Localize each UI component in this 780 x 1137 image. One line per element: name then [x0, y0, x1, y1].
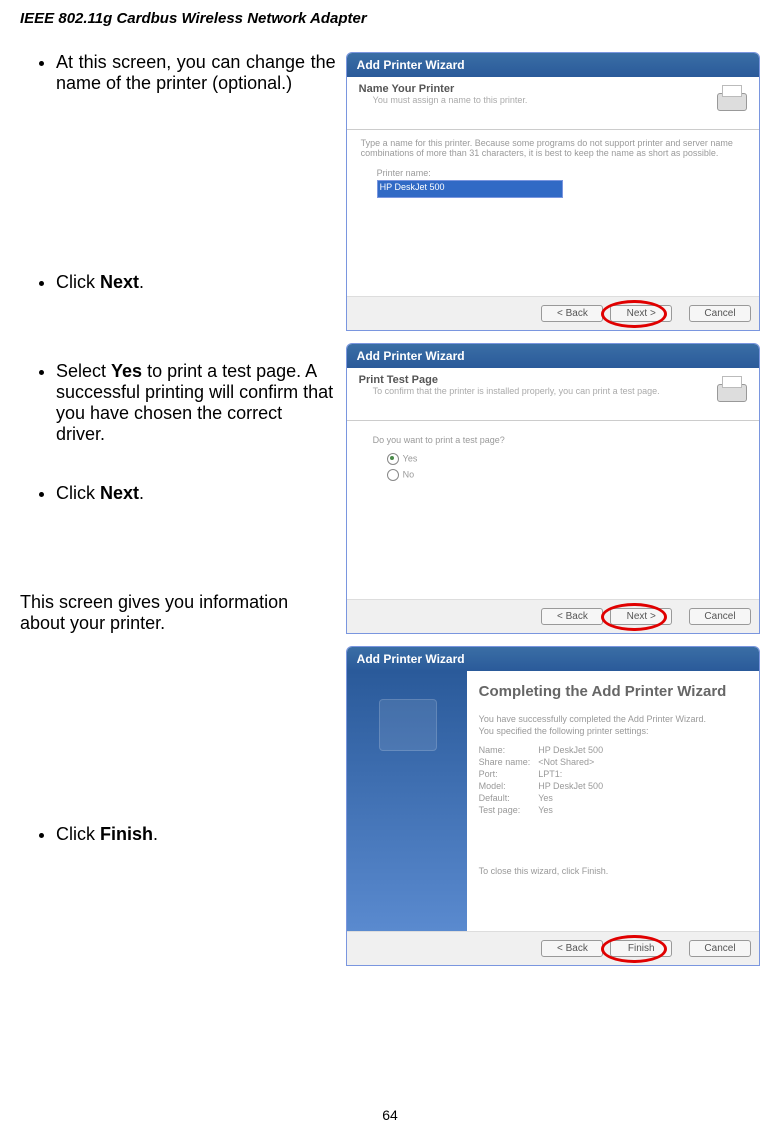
instruction-block-1b: Click Next.	[20, 272, 336, 293]
val: HP DeskJet 500	[538, 744, 611, 756]
dialog-body: Type a name for this printer. Because so…	[347, 130, 759, 296]
document-header: IEEE 802.11g Cardbus Wireless Network Ad…	[0, 0, 780, 52]
dialog-body-text: Type a name for this printer. Because so…	[361, 138, 745, 158]
text-bold: Yes	[111, 361, 142, 381]
cancel-button[interactable]: Cancel	[689, 940, 751, 957]
text: .	[139, 272, 144, 292]
instructions-column: At this screen, you can change the name …	[20, 52, 346, 978]
dialog-titlebar: Add Printer Wizard	[347, 53, 759, 77]
instruction-1b: Click Next.	[56, 272, 336, 293]
close-text: To close this wizard, click Finish.	[479, 866, 747, 876]
key: Name:	[479, 744, 539, 756]
instruction-2a: Select Yes to print a test page. A succe…	[56, 361, 336, 445]
val: <Not Shared>	[538, 756, 611, 768]
content-area: At this screen, you can change the name …	[0, 52, 780, 978]
printer-icon	[713, 83, 749, 115]
val: Yes	[538, 804, 611, 816]
table-row: Default:Yes	[479, 792, 611, 804]
dialog-head-sub: You must assign a name to this printer.	[359, 95, 747, 105]
radio-icon	[387, 453, 399, 465]
val: HP DeskJet 500	[538, 780, 611, 792]
settings-table: Name:HP DeskJet 500 Share name:<Not Shar…	[479, 744, 611, 816]
back-button[interactable]: < Back	[541, 608, 603, 625]
back-button[interactable]: < Back	[541, 940, 603, 957]
instruction-3-text: This screen gives you information about …	[20, 592, 336, 634]
table-row: Test page:Yes	[479, 804, 611, 816]
key: Test page:	[479, 804, 539, 816]
dialog-titlebar: Add Printer Wizard	[347, 344, 759, 368]
wizard-line1: You have successfully completed the Add …	[479, 714, 747, 724]
text: .	[153, 824, 158, 844]
cancel-button[interactable]: Cancel	[689, 608, 751, 625]
screenshots-column: Add Printer Wizard Name Your Printer You…	[346, 52, 760, 978]
spacer	[20, 102, 336, 272]
back-button[interactable]: < Back	[541, 305, 603, 322]
text: Click	[56, 272, 100, 292]
spacer	[20, 301, 336, 361]
instruction-3b: Click Finish.	[56, 824, 336, 845]
spacer	[20, 512, 336, 592]
page-number: 64	[382, 1107, 398, 1123]
dialog-head-title: Name Your Printer	[359, 83, 747, 95]
spacer	[20, 453, 336, 483]
dialog-name-printer: Add Printer Wizard Name Your Printer You…	[346, 52, 760, 331]
instruction-block-1: At this screen, you can change the name …	[20, 52, 336, 94]
wizard-side-graphic	[347, 671, 467, 931]
table-row: Name:HP DeskJet 500	[479, 744, 611, 756]
table-row: Share name:<Not Shared>	[479, 756, 611, 768]
next-button[interactable]: Next >	[610, 305, 672, 322]
dialog-titlebar: Add Printer Wizard	[347, 647, 759, 671]
question-text: Do you want to print a test page?	[373, 435, 745, 445]
radio-no[interactable]: No	[387, 469, 745, 481]
val: Yes	[538, 792, 611, 804]
cancel-button[interactable]: Cancel	[689, 305, 751, 322]
spacer	[20, 634, 336, 824]
instruction-2b: Click Next.	[56, 483, 336, 504]
radio-label: No	[403, 469, 415, 479]
input-label: Printer name:	[377, 168, 745, 178]
dialog-body: Do you want to print a test page? Yes No	[347, 421, 759, 599]
text-bold: Next	[100, 272, 139, 292]
dialog-footer: < Back Next > Cancel	[347, 296, 759, 330]
printer-name-input[interactable]: HP DeskJet 500	[377, 180, 563, 198]
wizard-line2: You specified the following printer sett…	[479, 726, 747, 736]
key: Share name:	[479, 756, 539, 768]
dialog-head-title: Print Test Page	[359, 374, 747, 386]
instruction-block-2b: Click Next.	[20, 483, 336, 504]
text: Click	[56, 824, 100, 844]
dialog-header: Name Your Printer You must assign a name…	[347, 77, 759, 130]
text-bold: Next	[100, 483, 139, 503]
key: Port:	[479, 768, 539, 780]
instruction-1a: At this screen, you can change the name …	[56, 52, 336, 94]
dialog-test-page: Add Printer Wizard Print Test Page To co…	[346, 343, 760, 634]
dialog-footer: < Back Finish Cancel	[347, 931, 759, 965]
text: Click	[56, 483, 100, 503]
dialog-header: Print Test Page To confirm that the prin…	[347, 368, 759, 421]
instruction-block-2: Select Yes to print a test page. A succe…	[20, 361, 336, 445]
val: LPT1:	[538, 768, 611, 780]
radio-icon	[387, 469, 399, 481]
radio-label: Yes	[403, 453, 418, 463]
radio-yes[interactable]: Yes	[387, 453, 745, 465]
text-bold: Finish	[100, 824, 153, 844]
wizard-content: Completing the Add Printer Wizard You ha…	[467, 671, 759, 931]
dialog-head-sub: To confirm that the printer is installed…	[359, 386, 747, 396]
printer-icon	[713, 374, 749, 406]
dialog-completing: Add Printer Wizard Completing the Add Pr…	[346, 646, 760, 966]
wizard-title: Completing the Add Printer Wizard	[479, 683, 747, 700]
instruction-block-3b: Click Finish.	[20, 824, 336, 845]
dialog-footer: < Back Next > Cancel	[347, 599, 759, 633]
text: Select	[56, 361, 111, 381]
next-button[interactable]: Next >	[610, 608, 672, 625]
table-row: Model:HP DeskJet 500	[479, 780, 611, 792]
dialog-body-wrap: Completing the Add Printer Wizard You ha…	[347, 671, 759, 931]
table-row: Port:LPT1:	[479, 768, 611, 780]
key: Model:	[479, 780, 539, 792]
text: .	[139, 483, 144, 503]
key: Default:	[479, 792, 539, 804]
finish-button[interactable]: Finish	[610, 940, 672, 957]
